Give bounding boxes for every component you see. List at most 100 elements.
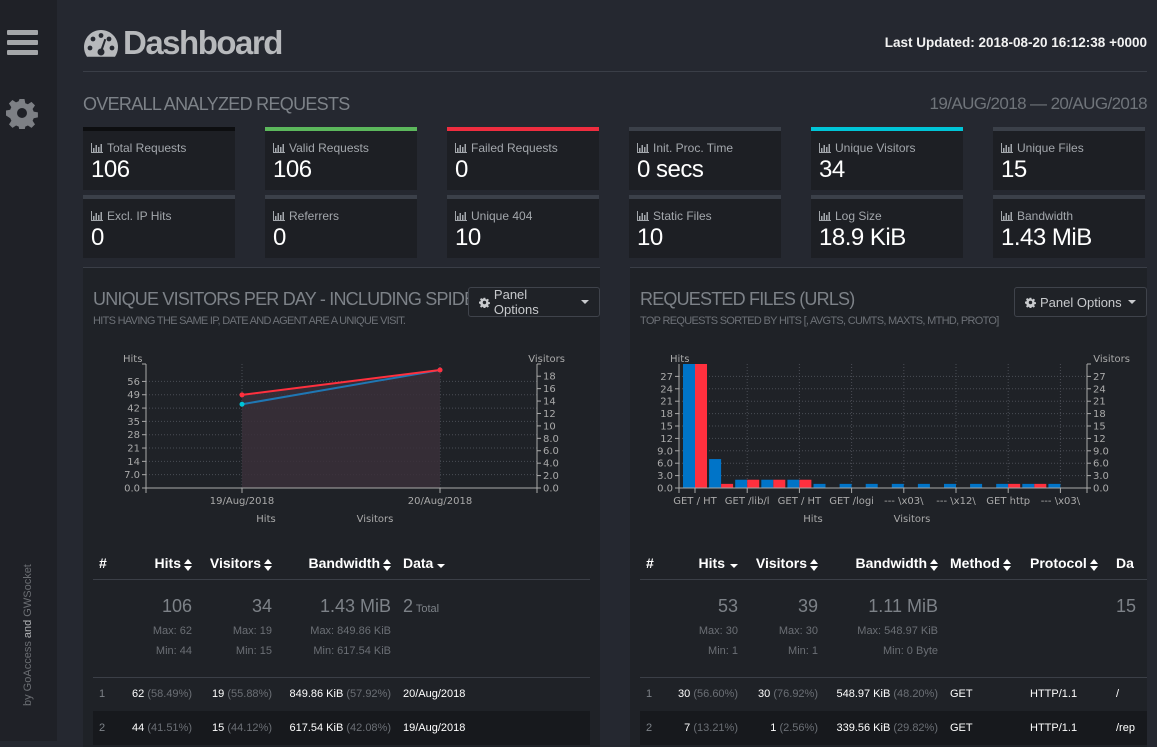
col-hits[interactable]: Hits xyxy=(123,548,198,580)
x-tick-label: GET http xyxy=(986,496,1030,507)
y-tick-label: 4.0 xyxy=(543,459,559,470)
y-tick-label: 2.0 xyxy=(543,471,559,482)
row-hits: 30 xyxy=(678,688,691,701)
card-label-text: Valid Requests xyxy=(289,141,369,155)
overall-cards: Total Requests 106 Valid Requests 106 Failed… xyxy=(83,127,1147,258)
y-tick-label: 12 xyxy=(660,434,673,445)
main-content: Dashboard Last Updated: 2018-08-20 16:12… xyxy=(83,0,1148,258)
y-tick-label: 0.0 xyxy=(657,484,673,495)
summary-visitors: 34 xyxy=(251,595,272,616)
legend-hits: Hits xyxy=(803,514,822,525)
col-visitors[interactable]: Visitors xyxy=(744,548,824,580)
bar-hits xyxy=(917,483,930,488)
bar-chart-icon xyxy=(637,211,649,221)
y-tick-label: 9.0 xyxy=(657,446,673,457)
card-label: Failed Requests xyxy=(455,141,591,155)
goaccess-link[interactable]: GoAccess xyxy=(22,641,34,691)
card-value: 0 xyxy=(91,224,104,251)
table-row[interactable]: 1 62 (58.49%) 19 (55.88%) 849.86 KiB (57… xyxy=(93,677,590,711)
summary-row: 106 Max: 62 Min: 44 34 Max: 19 Min: 15 1.43 … xyxy=(93,579,590,678)
table-row[interactable]: 2 44 (41.51%) 15 (44.12%) 617.54 KiB (42… xyxy=(93,711,590,745)
panel-options-label: Panel Options xyxy=(1040,294,1122,310)
y-tick-label: 0.0 xyxy=(124,484,140,495)
x-tick-label: --- \x03\ xyxy=(1041,496,1081,507)
card-label-text: Excl. IP Hits xyxy=(107,209,172,223)
x-tick-label: 20/Aug/2018 xyxy=(408,496,472,507)
y-tick-label: 49 xyxy=(127,390,140,401)
panel-options-button[interactable]: Panel Options xyxy=(468,287,600,317)
y-tick-label: 10 xyxy=(543,421,556,432)
card-label-text: Log Size xyxy=(835,209,882,223)
card-label-text: Unique Files xyxy=(1017,141,1084,155)
visitors-table: # Hits Visitors Bandwidth Data 106 Max: 6… xyxy=(93,548,590,745)
col-data[interactable]: Data xyxy=(397,548,590,580)
card-value: 10 xyxy=(455,224,481,251)
last-updated: Last Updated: 2018-08-20 16:12:38 +0000 xyxy=(884,35,1147,50)
overview-card-unique-404: Unique 404 10 xyxy=(447,195,599,258)
summary-hits-min: Min: 1 xyxy=(708,644,738,657)
summary-bandwidth-min: Min: 617.54 KiB xyxy=(313,644,391,657)
col-data[interactable]: Da xyxy=(1110,548,1147,580)
table-row[interactable]: 1 30 (56.60%) 30 (76.92%) 548.97 KiB (48… xyxy=(640,677,1147,711)
card-label: Log Size xyxy=(819,209,955,223)
title-text: Dashboard xyxy=(123,24,283,61)
row-visitors-pct: (2.56%) xyxy=(779,722,818,734)
bar-hits xyxy=(1022,483,1035,488)
gear-icon xyxy=(1025,297,1036,308)
row-bandwidth: 849.86 KiB xyxy=(289,688,344,701)
summary-bandwidth: 1.43 MiB xyxy=(319,595,391,616)
bar-hits xyxy=(839,483,852,488)
bar-visitors xyxy=(747,479,760,488)
row-index: 1 xyxy=(646,688,653,701)
col-method-label: Method xyxy=(950,555,1000,572)
col-method[interactable]: Method xyxy=(944,548,1024,580)
bar-hits xyxy=(1048,483,1061,488)
card-label-text: Referrers xyxy=(289,209,340,223)
x-tick-label: GET /lib/l xyxy=(725,496,770,507)
y-tick-label: 14 xyxy=(543,397,556,408)
row-hits-pct: (13.21%) xyxy=(693,722,738,734)
y-tick-label: 27 xyxy=(660,372,673,383)
row-bandwidth: 617.54 KiB xyxy=(289,722,344,734)
panel-options-button[interactable]: Panel Options xyxy=(1014,287,1147,317)
overview-card-unique-visitors: Unique Visitors 34 xyxy=(811,127,963,190)
row-index: 2 xyxy=(640,711,670,745)
col-bandwidth[interactable]: Bandwidth xyxy=(278,548,397,580)
y-tick-label: 24 xyxy=(660,384,673,395)
bar-chart-icon xyxy=(273,143,285,153)
bar-visitors xyxy=(773,479,786,488)
bar-visitors xyxy=(799,479,812,488)
col-visitors-label: Visitors xyxy=(209,555,261,572)
overview-card-valid-requests: Valid Requests 106 xyxy=(265,127,417,190)
overview-card-log-size: Log Size 18.9 KiB xyxy=(811,195,963,258)
summary-hits: 53 xyxy=(717,595,738,616)
y-tick-label: 6.0 xyxy=(1093,459,1109,470)
card-label: Valid Requests xyxy=(273,141,409,155)
bar-hits xyxy=(787,479,800,488)
overview-card-failed-requests: Failed Requests 0 xyxy=(447,127,599,190)
col-protocol[interactable]: Protocol xyxy=(1024,548,1110,580)
summary-hits-max: Max: 30 xyxy=(698,624,738,637)
table-row[interactable]: 2 7 (13.21%) 1 (2.56%) 339.56 KiB (29.82… xyxy=(640,711,1147,745)
col-visitors[interactable]: Visitors xyxy=(198,548,278,580)
gwsocket-link[interactable]: GWSocket xyxy=(22,564,34,617)
gear-icon[interactable] xyxy=(6,97,38,131)
legend-visitors: Visitors xyxy=(357,514,394,525)
col-bandwidth[interactable]: Bandwidth xyxy=(824,548,944,580)
bar-hits xyxy=(970,483,983,488)
sort-icon xyxy=(810,558,818,571)
card-label: Referrers xyxy=(273,209,409,223)
overview-card-referrers: Referrers 0 xyxy=(265,195,417,258)
x-tick-label: 19/Aug/2018 xyxy=(210,496,274,507)
hamburger-icon[interactable] xyxy=(7,30,38,57)
visitors-panel: UNIQUE VISITORS PER DAY - INCLUDING SPID… xyxy=(83,267,600,747)
y-tick-label: 15 xyxy=(660,422,673,433)
bar-hits xyxy=(761,479,774,488)
overview-card-static-files: Static Files 10 xyxy=(629,195,781,258)
card-label-text: Static Files xyxy=(653,209,712,223)
x-tick-label: GET /logi xyxy=(829,496,874,507)
col-hits[interactable]: Hits xyxy=(670,548,744,580)
row-visitors-pct: (44.12%) xyxy=(227,722,272,734)
card-label: Static Files xyxy=(637,209,773,223)
y-tick-label: 21 xyxy=(127,444,140,455)
